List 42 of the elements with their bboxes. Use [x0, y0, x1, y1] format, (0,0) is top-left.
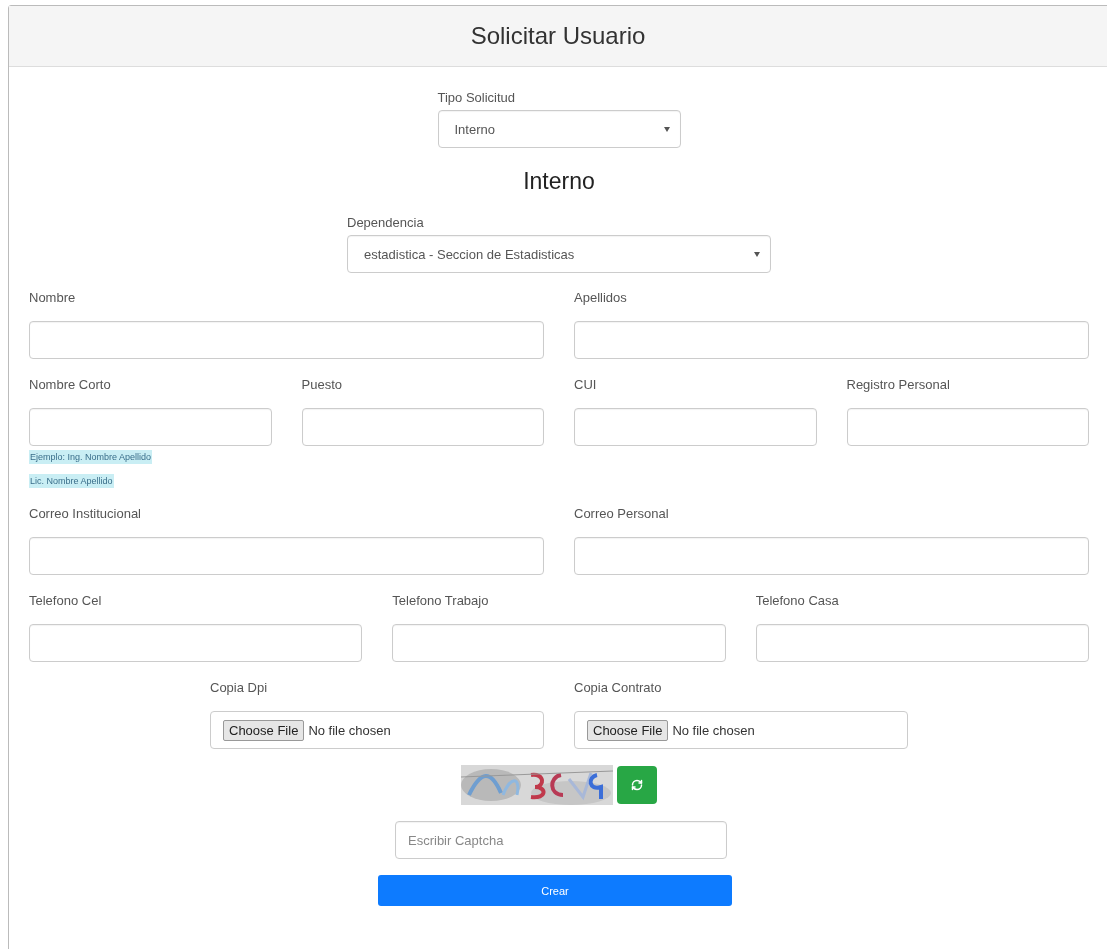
field-label: Tipo Solicitud: [437, 90, 517, 106]
text-field[interactable]: [29, 624, 363, 662]
request-type-select[interactable]: Interno: [437, 110, 681, 148]
field-label: Nombre Corto: [29, 377, 112, 393]
captcha-field[interactable]: Escribir Captcha: [395, 821, 727, 859]
field-label: Copia Dpi: [210, 680, 269, 696]
create-button[interactable]: Crear: [378, 875, 732, 906]
field-label: Copia Contrato: [574, 680, 663, 696]
refresh-icon: [631, 779, 643, 791]
text-field[interactable]: [29, 537, 544, 575]
field-label: Telefono Trabajo: [392, 593, 490, 609]
dependency-select[interactable]: estadistica - Seccion de Estadisticas: [347, 235, 771, 273]
choose-file-button[interactable]: Choose File: [587, 719, 669, 741]
text-field[interactable]: [574, 321, 1089, 359]
text-field[interactable]: [755, 624, 1089, 662]
refresh-button[interactable]: [617, 766, 657, 804]
file-status: No file chosen: [308, 722, 391, 738]
text-field[interactable]: [29, 408, 272, 446]
hint-text: Lic. Nombre Apellido: [29, 474, 114, 488]
choose-file-button[interactable]: Choose File: [223, 719, 305, 741]
caret-icon: [754, 251, 760, 257]
field-label: Puesto: [301, 377, 343, 393]
field-label: Correo Institucional: [29, 506, 142, 522]
caret-icon: [663, 126, 670, 132]
text-field[interactable]: [574, 408, 817, 446]
text-field[interactable]: [392, 624, 726, 662]
file-status: No file chosen: [672, 722, 755, 738]
text-field[interactable]: [301, 408, 544, 446]
text-field[interactable]: [29, 321, 544, 359]
field-label: Telefono Cel: [29, 593, 103, 609]
field-label: Registro Personal: [846, 377, 951, 393]
text-field[interactable]: [846, 408, 1089, 446]
field-label: Apellidos: [574, 290, 628, 306]
section-title: Interno: [522, 167, 596, 195]
field-label: CUI: [574, 377, 598, 393]
hint-text: Ejemplo: Ing. Nombre Apellido: [29, 450, 153, 464]
field-label: Telefono Casa: [755, 593, 840, 609]
form-title: Solicitar Usuario: [470, 22, 646, 50]
field-label: Dependencia: [347, 215, 425, 231]
field-label: Nombre: [29, 290, 77, 306]
field-label: Correo Personal: [574, 506, 670, 522]
text-field[interactable]: [574, 537, 1089, 575]
